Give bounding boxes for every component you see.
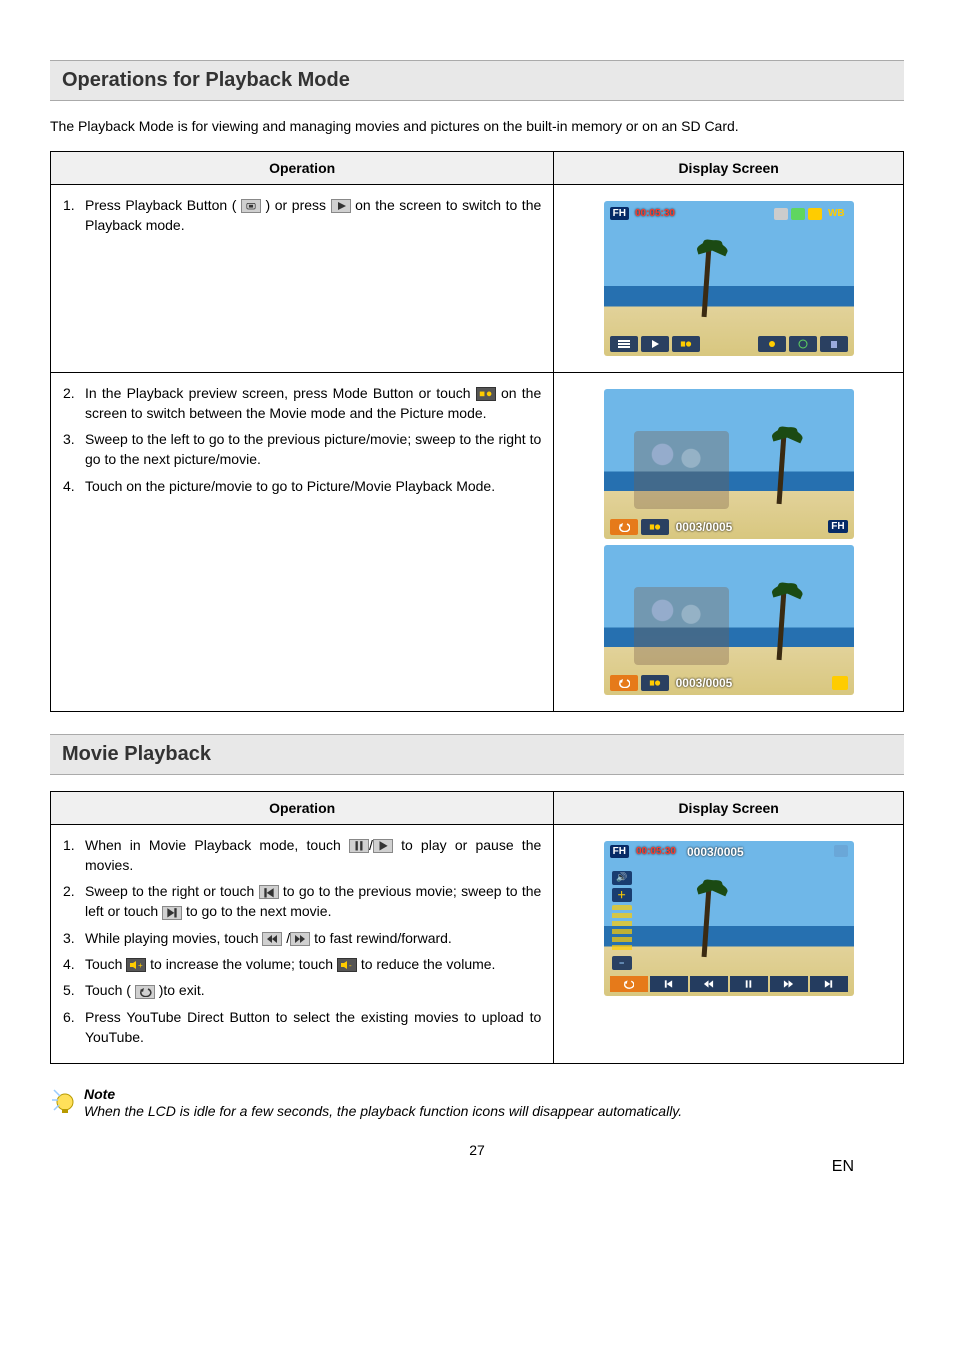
note-body: When the LCD is idle for a few seconds, …: [84, 1102, 682, 1122]
trash-icon: [834, 845, 848, 857]
step-number: 5.: [63, 980, 85, 1000]
step-number: 1.: [63, 835, 85, 876]
step-text: Touch ( )to exit.: [85, 980, 541, 1000]
vol-display-icon: 🔊: [612, 871, 632, 885]
svg-text:-: -: [349, 961, 352, 970]
counter: 0003/0005: [676, 520, 733, 534]
step-text: Sweep to the right or touch to go to the…: [85, 881, 541, 922]
fh-badge: FH: [610, 207, 629, 220]
svg-text:+: +: [138, 961, 143, 970]
volume-down-icon: -: [337, 958, 357, 972]
step-number: 2.: [63, 383, 85, 424]
counter: 0003/0005: [676, 676, 733, 690]
volume-up-icon: +: [126, 958, 146, 972]
forward-icon: [770, 976, 808, 992]
section-title-movie: Movie Playback: [50, 734, 904, 775]
note-bulb-icon: [50, 1086, 76, 1116]
battery-icon: [774, 208, 788, 220]
playback-button-icon: [241, 199, 261, 213]
forward-icon: [290, 932, 310, 946]
mode-switch-icon: [641, 519, 669, 535]
rec-time: 00:05:30: [632, 207, 678, 220]
col-operation: Operation: [51, 791, 554, 824]
note-title: Note: [84, 1086, 682, 1102]
step-text: Press YouTube Direct Button to select th…: [85, 1007, 541, 1048]
table-row: 1. Press Playback Button ( ) or press on…: [51, 184, 904, 372]
fh-badge: FH: [828, 520, 847, 533]
prev-icon: [259, 885, 279, 899]
mode-toggle-icon: [476, 387, 496, 401]
sd-icon: [791, 208, 805, 220]
menu-icon: [610, 336, 638, 352]
step-text: Touch on the picture/movie to go to Pict…: [85, 476, 541, 496]
play-icon: [331, 199, 351, 213]
step-number: 4.: [63, 954, 85, 974]
wb-icon: WB: [825, 207, 848, 220]
play-icon: [373, 839, 393, 853]
step-number: 3.: [63, 928, 85, 948]
step-number: 3.: [63, 429, 85, 470]
col-display: Display Screen: [554, 791, 904, 824]
vol-down-icon: −: [612, 956, 632, 970]
display-screen-preview-picture: 0003/0005: [604, 545, 854, 695]
section-title-playback: Operations for Playback Mode: [50, 60, 904, 101]
mode-switch-icon: [641, 675, 669, 691]
page-number: 27: [50, 1142, 904, 1158]
display-screen-preview-movie: 0003/0005 FH: [604, 389, 854, 539]
step-number: 6.: [63, 1007, 85, 1048]
playback-icon: [641, 336, 669, 352]
step-text: Press Playback Button ( ) or press on th…: [85, 195, 541, 236]
step-text: Touch + to increase the volume; touch - …: [85, 954, 541, 974]
trash-icon: [820, 336, 848, 352]
mode-switch-icon: [672, 336, 700, 352]
table-row: 1. When in Movie Playback mode, touch / …: [51, 824, 904, 1064]
pause-icon: [730, 976, 768, 992]
language-indicator: EN: [832, 1158, 854, 1176]
step-text: In the Playback preview screen, press Mo…: [85, 383, 541, 424]
info-icon: [789, 336, 817, 352]
face-icon: [808, 208, 822, 220]
rewind-icon: [262, 932, 282, 946]
playback-table: Operation Display Screen 1. Press Playba…: [50, 151, 904, 712]
step-text: While playing movies, touch / to fast re…: [85, 928, 541, 948]
step-text: When in Movie Playback mode, touch / to …: [85, 835, 541, 876]
next-icon: [162, 906, 182, 920]
rewind-icon: [690, 976, 728, 992]
step-number: 2.: [63, 881, 85, 922]
movie-table: Operation Display Screen 1. When in Movi…: [50, 791, 904, 1065]
note-block: Note When the LCD is idle for a few seco…: [50, 1086, 904, 1122]
prev-icon: [650, 976, 688, 992]
playback-intro: The Playback Mode is for viewing and man…: [50, 117, 904, 137]
vol-up-icon: ＋: [612, 888, 632, 902]
col-display: Display Screen: [554, 151, 904, 184]
exit-icon: [135, 985, 155, 999]
table-row: 2. In the Playback preview screen, press…: [51, 372, 904, 711]
counter: 0003/0005: [687, 845, 744, 859]
next-icon: [810, 976, 848, 992]
back-icon: [610, 976, 648, 992]
back-icon: [610, 519, 638, 535]
play-time: 00:05:30: [633, 845, 679, 858]
star-icon: [832, 676, 848, 690]
fh-badge: FH: [610, 845, 629, 858]
display-screen-movie-playback: FH 00:05:30 0003/0005 🔊 ＋ −: [604, 841, 854, 996]
display-screen-record: FH 00:05:30 WB: [604, 201, 854, 356]
pause-icon: [349, 839, 369, 853]
col-operation: Operation: [51, 151, 554, 184]
step-text: Sweep to the left to go to the previous …: [85, 429, 541, 470]
vol-bars: [612, 905, 632, 953]
back-icon: [610, 675, 638, 691]
step-number: 1.: [63, 195, 85, 236]
light-icon: [758, 336, 786, 352]
step-number: 4.: [63, 476, 85, 496]
